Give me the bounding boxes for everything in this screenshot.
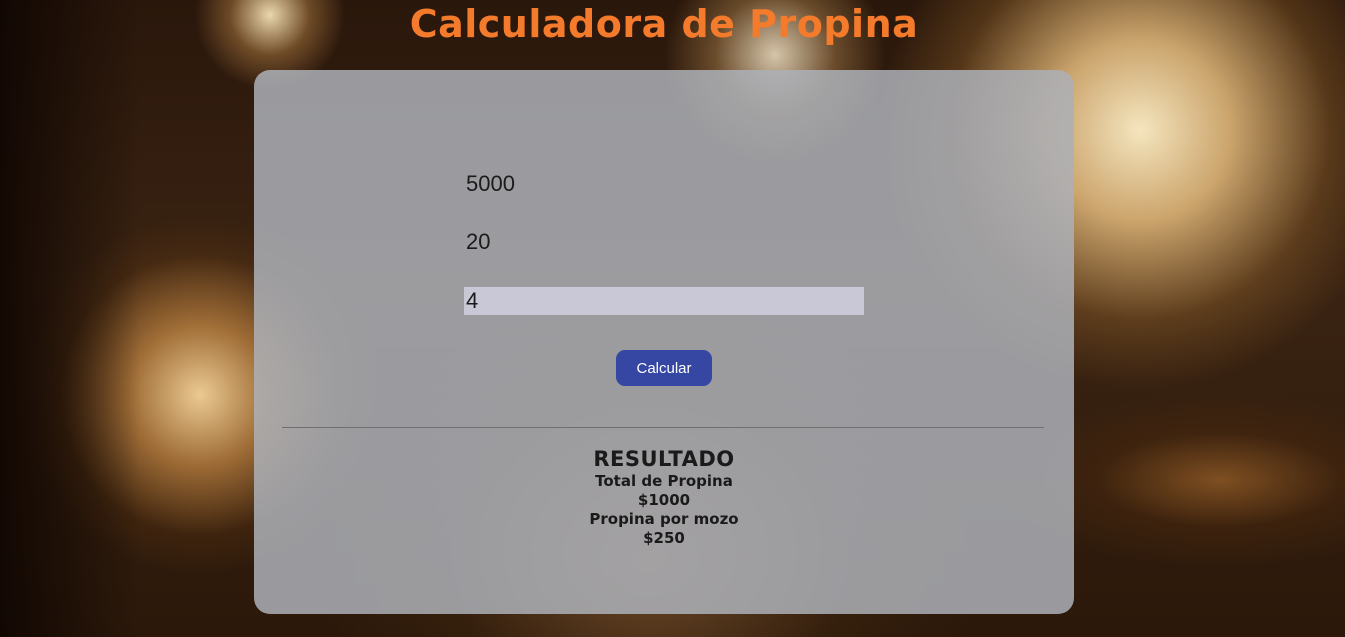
bill-amount-input[interactable]	[464, 170, 864, 198]
divider	[282, 427, 1044, 428]
result-section: RESULTADO Total de Propina $1000 Propina…	[254, 446, 1074, 548]
total-tip-value: $1000	[637, 491, 691, 509]
background-image	[0, 0, 140, 637]
result-heading: RESULTADO	[593, 447, 735, 471]
tip-per-waiter-label: Propina por mozo	[589, 510, 739, 528]
tip-per-waiter-value: $250	[643, 529, 685, 547]
tip-percent-input[interactable]	[464, 228, 864, 256]
calculator-card: Calcular RESULTADO Total de Propina $100…	[254, 70, 1074, 614]
page-title: Calculadora de Propina	[409, 2, 919, 46]
waiters-count-input[interactable]	[464, 287, 864, 315]
calculate-button[interactable]: Calcular	[616, 350, 712, 386]
total-tip-label: Total de Propina	[595, 472, 733, 490]
